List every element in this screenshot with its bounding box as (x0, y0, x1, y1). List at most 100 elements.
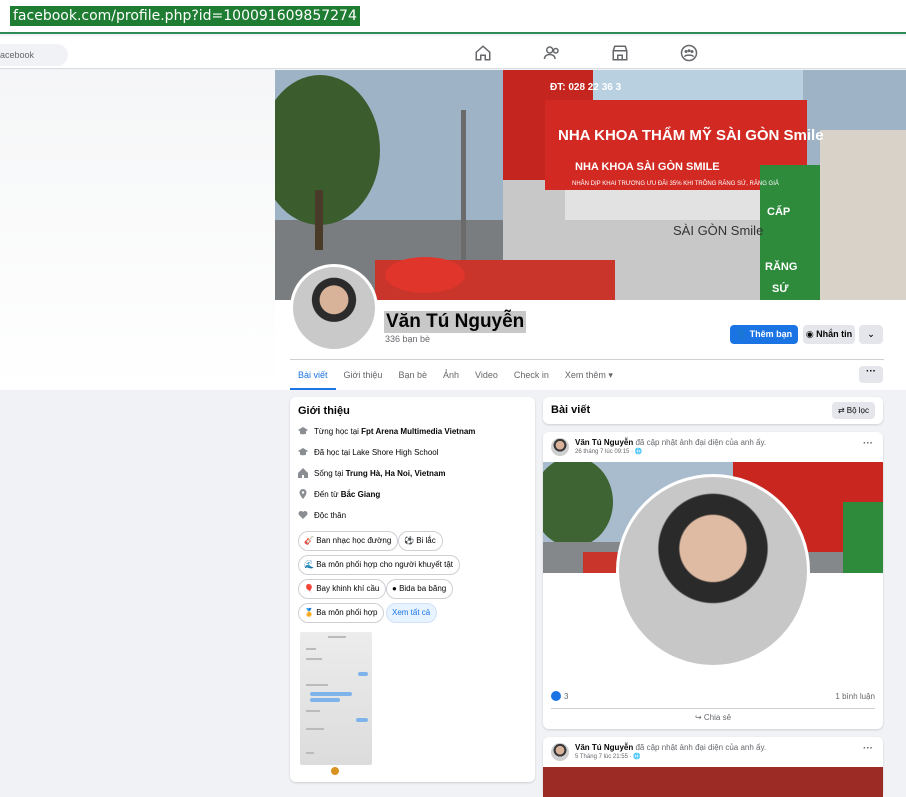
tab-posts[interactable]: Bài viết (290, 362, 336, 390)
home-icon[interactable] (474, 44, 492, 62)
groups-icon[interactable] (680, 44, 698, 62)
hobby-chip[interactable]: 🎈 Bay khinh khí cầu (298, 579, 387, 599)
message-button[interactable]: ◉ Nhắn tin (803, 325, 855, 344)
posts-title: Bài viết (551, 404, 591, 416)
left-blank-area (0, 70, 275, 390)
intro-row-study-1: Từng học tại Fpt Arena Multimedia Vietna… (298, 426, 475, 436)
chat-line (306, 648, 316, 650)
post-image[interactable] (543, 767, 883, 797)
hobby-chip[interactable]: ● Bida ba băng (386, 579, 454, 599)
post-author-avatar[interactable] (551, 743, 569, 761)
post-comment-count[interactable]: 1 bình luận (835, 692, 875, 701)
intro-row-value[interactable]: Trung Hà, Ha Noi, Vietnam (346, 469, 446, 478)
tabs-more-button[interactable]: ··· (859, 366, 883, 383)
tab-more[interactable]: Xem thêm ▾ (557, 362, 621, 390)
share-icon: ↪ (694, 713, 704, 722)
intro-row-value[interactable]: Fpt Arena Multimedia Vietnam (361, 427, 475, 436)
hobby-label: Bi lắc (416, 536, 436, 545)
chat-line (328, 636, 346, 638)
share-button[interactable]: ↪ Chia sẻ (543, 713, 883, 722)
profile-name: Văn Tú Nguyễn (384, 311, 527, 333)
post-options-icon[interactable]: ··· (863, 743, 873, 754)
messenger-icon: ◉ (805, 329, 817, 339)
medal-icon: 🏅 (304, 608, 317, 617)
url-text[interactable]: facebook.com/profile.php?id=100091609857… (10, 6, 360, 26)
intro-row-value[interactable]: Bắc Giang (341, 490, 381, 499)
intro-row-prefix: Từng học tại (314, 426, 362, 436)
cover-side-text-3: SỨ (772, 282, 789, 295)
header-divider (290, 359, 884, 360)
intro-row-prefix: Đã học tại (314, 447, 353, 457)
cover-sign-line3: NHÂN DỊP KHAI TRƯƠNG ƯU ĐÃI 35% KHI TRỒN… (572, 180, 779, 187)
add-friend-button[interactable]: 👤 Thêm bạn bè (730, 325, 798, 358)
post-action-text: đã cập nhật ảnh đại diện của anh ấy. (635, 743, 767, 752)
balloon-icon: 🎈 (304, 584, 317, 593)
intro-row-prefix: Độc thân (314, 510, 347, 520)
cover-photo[interactable]: ĐT: 028 22 36 3 NHA KHOA THẨM MỸ SÀI GÒN… (275, 70, 906, 300)
fire-badge-icon (331, 767, 339, 775)
friend-count[interactable]: 336 bạn bè (385, 334, 430, 344)
post-author-line: Văn Tú Nguyễn đã cập nhật ảnh đại diện c… (575, 743, 766, 752)
tab-about[interactable]: Giới thiệu (336, 362, 391, 390)
post-author-avatar[interactable] (551, 438, 569, 456)
chat-bubble (310, 698, 340, 702)
post-timestamp[interactable]: 5 Tháng 7 lúc 21:55 · 🌐 (575, 753, 641, 760)
chat-bubble (356, 718, 368, 722)
graduation-cap-icon (298, 447, 308, 457)
filter-label: Bộ lọc (846, 406, 869, 415)
post-author-name[interactable]: Văn Tú Nguyễn (575, 743, 633, 752)
sliders-icon: ⇄ (837, 406, 847, 415)
featured-photo[interactable] (300, 632, 372, 765)
marketplace-icon[interactable] (611, 44, 629, 62)
left-lower-area (0, 390, 275, 782)
graduation-cap-icon (298, 426, 308, 436)
hobby-label: Bay khinh khí cầu (316, 584, 380, 593)
tab-checkins[interactable]: Check in (506, 362, 557, 390)
intro-title: Giới thiệu (298, 405, 350, 417)
post-timestamp[interactable]: 26 tháng 7 lúc 09:15 · 🌐 (575, 448, 642, 455)
chat-bubble (358, 672, 368, 676)
cover-side-text-2: RĂNG (765, 260, 797, 273)
cover-side-text-1: CẤP (767, 205, 790, 218)
wave-icon: 🌊 (304, 560, 317, 569)
address-bar[interactable]: facebook.com/profile.php?id=100091609857… (0, 0, 906, 34)
intro-row-prefix: Sống tại (314, 468, 346, 478)
see-all-hobbies-button[interactable]: Xem tất cả (386, 603, 438, 623)
chat-bubble (310, 692, 352, 696)
billiard-ball-icon: ● (392, 584, 400, 593)
intro-row-relationship: Độc thân (298, 510, 346, 520)
chat-line (306, 752, 314, 754)
post-card: Văn Tú Nguyễn đã cập nhật ảnh đại diện c… (543, 737, 883, 797)
search-input[interactable]: acebook (0, 44, 68, 66)
hobby-chip[interactable]: 🌊 Ba môn phối hợp cho người khuyết tật (298, 555, 461, 575)
hobby-chip[interactable]: ⚽ Bi lắc (398, 531, 443, 551)
post-author-name[interactable]: Văn Tú Nguyễn (575, 438, 633, 447)
hobby-chip[interactable]: 🎸 Ban nhạc học đường (298, 531, 399, 551)
post-profile-photo[interactable] (616, 474, 810, 668)
tab-friends[interactable]: Bạn bè (390, 362, 435, 390)
hobby-chip[interactable]: 🏅 Ba môn phối hợp (298, 603, 385, 623)
filter-button[interactable]: ⇄ Bộ lọc (831, 402, 875, 419)
heart-icon (298, 510, 308, 520)
intro-row-value[interactable]: Lake Shore High School (352, 448, 438, 457)
cover-sign-line2: NHA KHOA SÀI GÒN SMILE (575, 160, 720, 173)
tab-photos[interactable]: Ảnh (435, 362, 467, 390)
hobby-label: Bida ba băng (399, 584, 447, 593)
profile-avatar[interactable] (290, 264, 378, 352)
reaction-count: 3 (564, 691, 569, 701)
post-reactions[interactable]: 3 (551, 691, 568, 701)
chat-line (306, 684, 328, 686)
chat-line (306, 710, 320, 712)
chat-line (306, 658, 322, 660)
cover-phone-text: ĐT: 028 22 36 3 (550, 82, 622, 93)
home-icon (298, 468, 308, 478)
post-divider (551, 708, 875, 709)
share-label: Chia sẻ (703, 713, 732, 722)
post-options-icon[interactable]: ··· (863, 438, 873, 449)
hobby-label: Ba môn phối hợp cho người khuyết tật (316, 560, 454, 569)
friends-icon[interactable] (543, 44, 561, 62)
profile-options-dropdown[interactable]: ⌄ (859, 325, 883, 344)
post-author-line: Văn Tú Nguyễn đã cập nhật ảnh đại diện c… (575, 438, 766, 447)
tab-videos[interactable]: Video (467, 362, 506, 390)
message-label: Nhắn tin (816, 329, 853, 339)
